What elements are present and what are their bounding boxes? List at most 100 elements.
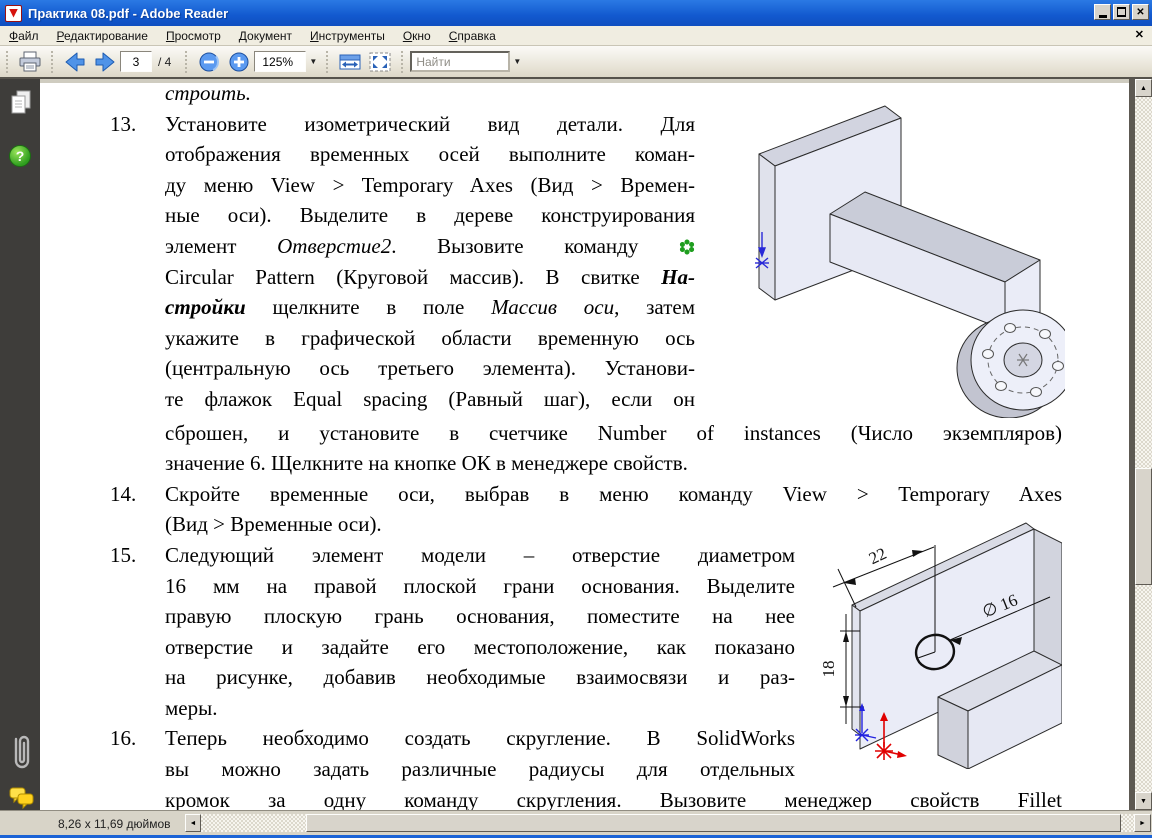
comments-icon — [9, 787, 35, 809]
dim-label-22: 22 — [866, 544, 889, 568]
minimize-button[interactable] — [1094, 4, 1111, 20]
previous-page-button[interactable] — [60, 49, 90, 75]
arrow-left-icon — [63, 51, 87, 73]
menu-window[interactable]: Окно — [394, 27, 440, 45]
print-button[interactable] — [15, 49, 45, 75]
item-16-text-wide: кромок за одну команду скругления. Вызов… — [165, 785, 1062, 810]
fit-width-button[interactable] — [335, 49, 365, 75]
toolbar-grip[interactable] — [184, 51, 189, 73]
text-line: элемент Отверстие2. Вызовите команду — [165, 231, 695, 262]
text-line: Следующий элемент модели – отверстие диа… — [165, 540, 795, 571]
item-13-text-narrow: Установите изометрический вид детали. Дл… — [165, 109, 695, 415]
vertical-scroll-track[interactable] — [1135, 97, 1152, 792]
page-count-label: / 4 — [158, 55, 171, 69]
text-line: Установите изометрический вид детали. Дл… — [165, 109, 695, 140]
item-15-text: Следующий элемент модели – отверстие диа… — [165, 540, 795, 724]
text-line: на рисунке, добавив необходимые взаимосв… — [165, 662, 795, 693]
navigation-sidebar: ? — [0, 79, 40, 810]
vertical-scroll-thumb[interactable] — [1135, 468, 1152, 585]
item-number: 16. — [110, 723, 136, 754]
status-bar: 8,26 x 11,69 дюймов ◄ ► — [0, 810, 1152, 835]
toolbar: / 4 125% ▼ ▼ — [0, 46, 1152, 77]
text-line: правую плоскую грань основания, поместит… — [165, 601, 795, 632]
zoom-dropdown-arrow-icon[interactable]: ▼ — [306, 51, 320, 72]
menu-document[interactable]: Документ — [230, 27, 301, 45]
toolbar-grip[interactable] — [50, 51, 55, 73]
horizontal-scroll-track[interactable] — [201, 814, 1134, 832]
item-16-text-narrow: Теперь необходимо создать скругление. В … — [165, 723, 795, 784]
menu-help[interactable]: Справка — [440, 27, 505, 45]
print-icon — [18, 51, 42, 73]
scroll-left-button[interactable]: ◄ — [185, 814, 201, 832]
text-line: кромок за одну команду скругления. Вызов… — [165, 785, 1062, 810]
restore-icon — [1117, 8, 1126, 16]
text-line: ду меню View > Temporary Axes (Вид > Вре… — [165, 170, 695, 201]
zoom-in-button[interactable] — [224, 49, 254, 75]
item-number: 15. — [110, 540, 136, 571]
scroll-down-button[interactable]: ▼ — [1135, 792, 1152, 810]
figure-hole-sketch: 22 18 ∅ 16 — [822, 519, 1062, 774]
adobe-reader-icon — [5, 5, 22, 22]
fit-page-icon — [368, 51, 392, 73]
zoom-in-icon — [228, 51, 250, 73]
toolbar-grip[interactable] — [400, 51, 405, 73]
text-line: отображения временных осей выполните ком… — [165, 139, 695, 170]
title-bar: Практика 08.pdf - Adobe Reader ✕ — [0, 0, 1152, 26]
text-line: Circular Pattern (Круговой массив). В св… — [165, 262, 695, 293]
item-13-text-wide: сброшен, и установите в счетчике Number … — [165, 418, 1062, 479]
minimize-icon — [1099, 15, 1107, 18]
fit-page-button[interactable] — [365, 49, 395, 75]
text-line: меры. — [165, 693, 795, 724]
item-number: 14. — [110, 479, 136, 510]
text-line: отверстие и задайте его местоположение, … — [165, 632, 795, 663]
arrow-right-icon — [93, 51, 117, 73]
dim-label-18: 18 — [822, 661, 838, 678]
zoom-out-button[interactable] — [194, 49, 224, 75]
close-button[interactable]: ✕ — [1132, 4, 1149, 20]
menu-edit[interactable]: Редактирование — [48, 27, 157, 45]
text-line: Теперь необходимо создать скругление. В … — [165, 723, 795, 754]
find-input[interactable] — [410, 51, 510, 72]
find-dropdown-arrow-icon[interactable]: ▼ — [510, 51, 524, 72]
vertical-scrollbar[interactable]: ▲ ▼ — [1135, 79, 1152, 810]
how-to-button[interactable]: ? — [9, 145, 31, 167]
text-line: 16 мм на правой плоской грани основания.… — [165, 571, 795, 602]
menu-tools[interactable]: Инструменты — [301, 27, 394, 45]
figure-isometric-part — [745, 92, 1065, 423]
text-line: Скройте временные оси, выбрав в меню ком… — [165, 479, 1062, 510]
restore-button[interactable] — [1113, 4, 1130, 20]
pages-panel-button[interactable] — [9, 90, 33, 121]
scroll-up-button[interactable]: ▲ — [1135, 79, 1152, 97]
toolbar-grip[interactable] — [5, 51, 10, 73]
document-close-icon[interactable]: ✕ — [1135, 28, 1144, 41]
pdf-page: строить. 13. Установите изометрический в… — [40, 83, 1129, 810]
fit-width-icon — [338, 51, 362, 73]
pages-icon — [9, 90, 33, 116]
circular-pattern-icon — [679, 239, 695, 255]
question-icon: ? — [16, 148, 25, 164]
toolbar-grip[interactable] — [325, 51, 330, 73]
text-line: укажите в графической области временную … — [165, 323, 695, 354]
text-line: вы можно задать различные радиусы для от… — [165, 754, 795, 785]
text-line: (центральную ось третьего элемента). Уст… — [165, 353, 695, 384]
text-line: те флажок Equal spacing (Равный шаг), ес… — [165, 384, 695, 415]
menu-view[interactable]: Просмотр — [157, 27, 230, 45]
paperclip-icon — [9, 731, 33, 777]
window-title: Практика 08.pdf - Adobe Reader — [28, 6, 228, 21]
text-line: значение 6. Щелкните на кнопке ОК в мене… — [165, 448, 1062, 479]
text-line: ные оси). Выделите в дереве конструирова… — [165, 200, 695, 231]
page-number-input[interactable] — [120, 51, 152, 72]
horizontal-scroll-thumb[interactable] — [306, 814, 1121, 832]
next-page-button[interactable] — [90, 49, 120, 75]
text-line: стройки щелкните в поле Массив оси, зате… — [165, 292, 695, 323]
zoom-out-icon — [198, 51, 220, 73]
item-number: 13. — [110, 109, 136, 140]
menu-file[interactable]: Файл — [0, 27, 48, 45]
scroll-right-button[interactable]: ► — [1134, 814, 1151, 832]
close-icon: ✕ — [1136, 7, 1144, 18]
menu-bar: Файл Редактирование Просмотр Документ Ин… — [0, 26, 1152, 46]
page-size-label: 8,26 x 11,69 дюймов — [58, 817, 171, 831]
zoom-level-value[interactable]: 125% — [254, 51, 306, 72]
document-pane: строить. 13. Установите изометрический в… — [40, 79, 1129, 810]
attachments-panel-button[interactable] — [9, 731, 33, 782]
